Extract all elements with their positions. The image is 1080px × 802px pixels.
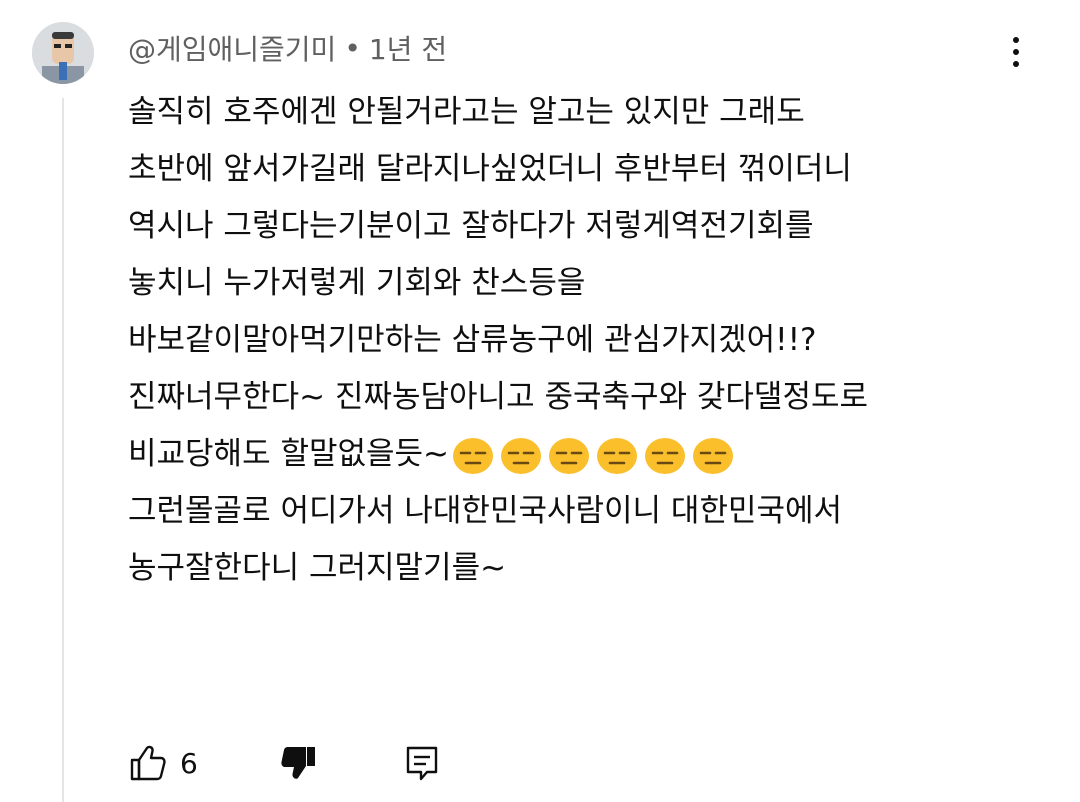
thumbs-up-outline-icon [130,745,166,781]
comment-line: 바보같이말아먹기만하는 삼류농구에 관심가지겠어!!? [128,322,817,358]
comment-time[interactable]: 1년 전 [369,28,447,68]
comment-line: 농구잘한다니 그러지말기를~ [128,550,507,586]
comment-line: 솔직히 호주에겐 안될거라고는 알고는 있지만 그래도 [128,94,805,130]
emoji-row [451,436,735,476]
author-name[interactable]: @게임애니즐기미 [128,28,336,68]
thread-line [62,98,64,802]
like-button[interactable]: 6 [128,743,198,783]
more-options-button[interactable] [996,30,1036,74]
meta-separator: • [344,31,361,65]
comment-line-text: 비교당해도 할말없을듯~ [128,436,450,472]
comment-reply-icon [406,746,438,781]
comment-line: 놓치니 누가저렇게 기회와 찬스등을 [128,265,586,301]
expressionless-face-icon [501,437,542,474]
dislike-button[interactable] [278,743,318,783]
thumbs-down-filled-icon [281,747,315,779]
expressionless-face-icon [549,437,590,474]
comment-header: @게임애니즐기미 • 1년 전 [128,28,447,68]
reply-button[interactable] [402,743,442,783]
expressionless-face-icon [645,437,686,474]
avatar[interactable] [32,22,94,84]
comment-body: 솔직히 호주에겐 안될거라고는 알고는 있지만 그래도 초반에 앞서가길래 달라… [128,84,1028,597]
comment-line: 그런몰골로 어디가서 나대한민국사람이니 대한민국에서 [128,493,843,529]
like-count: 6 [180,746,198,780]
comment-line: 진짜너무한다~ 진짜농담아니고 중국축구와 갖다댈정도로 [128,379,869,415]
expressionless-face-icon [597,437,638,474]
comment-line-with-emoji: 비교당해도 할말없을듯~ [128,426,1028,483]
expressionless-face-icon [693,437,734,474]
vertical-ellipsis-icon [1013,37,1019,43]
comment-actions: 6 [128,740,442,786]
comment-line: 초반에 앞서가길래 달라지나싶었더니 후반부터 꺾이더니 [128,151,852,187]
comment-line: 역시나 그렇다는기분이고 잘하다가 저렇게역전기회를 [128,208,814,244]
comment-thread: @게임애니즐기미 • 1년 전 솔직히 호주에겐 안될거라고는 알고는 있지만 … [0,0,1080,802]
expressionless-face-icon [453,437,494,474]
